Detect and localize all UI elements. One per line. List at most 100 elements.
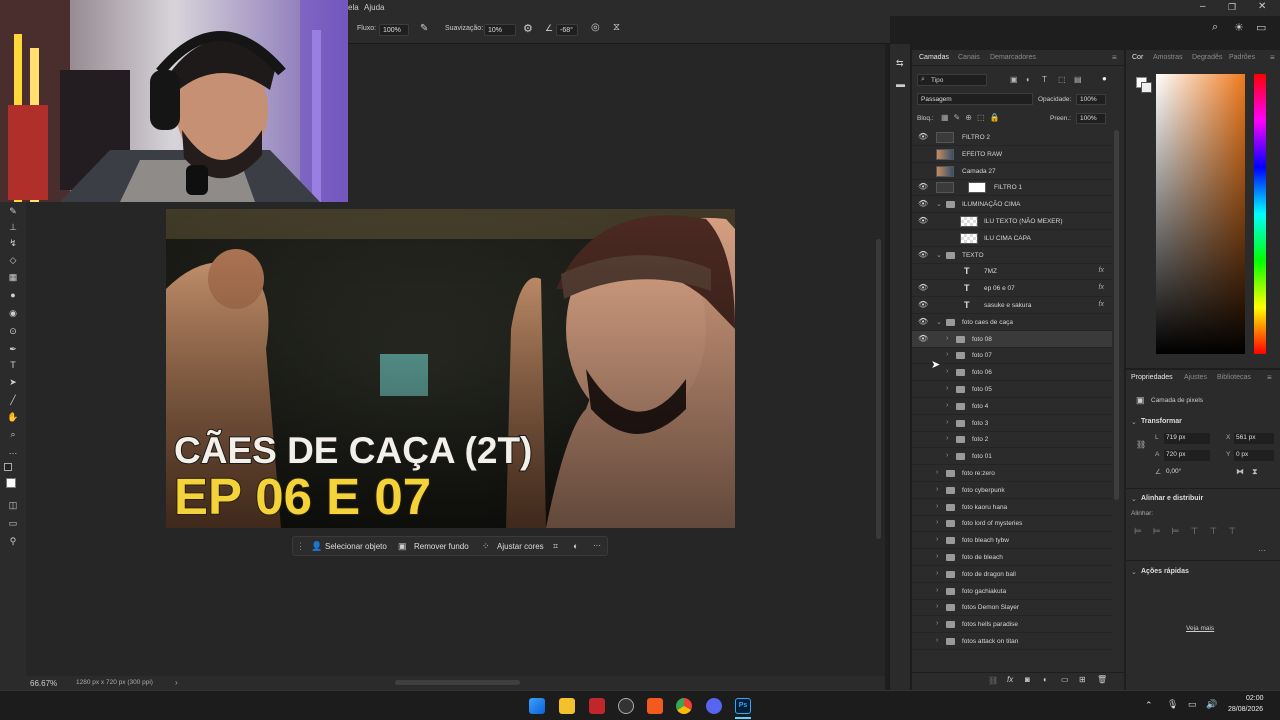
layer-row[interactable]: › foto gachiakuta [912, 583, 1112, 600]
visibility-eye-icon[interactable] [918, 536, 928, 543]
drag-handle-icon[interactable]: ⋮ [296, 541, 305, 552]
layer-row[interactable]: 👁 Tsasuke e sakura fx [912, 297, 1112, 314]
layer-row[interactable]: › foto bleach tybw [912, 532, 1112, 550]
layer-row[interactable]: 👁 Tep 06 e 07 fx [912, 280, 1112, 298]
visibility-eye-icon[interactable] [918, 167, 928, 174]
flip-vertical-icon[interactable]: ⧗ [1252, 467, 1258, 477]
layer-name[interactable]: sasuke e sakura [984, 302, 1031, 309]
path-select-icon[interactable]: ➤ [7, 377, 19, 387]
visibility-eye-icon[interactable] [918, 402, 928, 409]
line-tool-icon[interactable]: ╱ [7, 395, 19, 405]
quick-mask-icon[interactable]: ◫ [7, 500, 19, 510]
y-input[interactable]: 0 px [1234, 450, 1274, 461]
layer-row[interactable]: EFEITO RAW [912, 146, 1112, 163]
x-input[interactable]: 561 px [1234, 433, 1274, 444]
layer-name[interactable]: foto re:zero [962, 470, 995, 477]
layer-filter-select[interactable]: ⌕ Tipo [917, 74, 987, 86]
minimize-icon[interactable]: – [1200, 1, 1206, 12]
filter-toggle-icon[interactable]: ● [1102, 74, 1107, 83]
group-expand-chevron-icon[interactable]: › [946, 368, 948, 375]
layer-name[interactable]: TEXTO [962, 252, 984, 259]
group-expand-chevron-icon[interactable]: › [936, 587, 938, 594]
adjustment-layer-icon[interactable]: ◐ [1043, 675, 1048, 684]
group-expand-chevron-icon[interactable]: › [946, 335, 948, 342]
layer-row[interactable]: 👁 › foto 08 [912, 330, 1112, 348]
layer-row[interactable]: › foto re:zero [912, 465, 1112, 482]
visibility-eye-icon[interactable] [918, 469, 928, 476]
airbrush-icon[interactable]: ✎ [420, 23, 428, 34]
layer-name[interactable]: ILUMINAÇÃO CIMA [962, 201, 1021, 208]
layer-row[interactable]: › fotos attack on titan [912, 633, 1112, 650]
layer-row[interactable]: 👁 FILTRO 2 [912, 129, 1112, 146]
width-input[interactable]: 719 px [1164, 433, 1210, 444]
layer-name[interactable]: foto 08 [972, 336, 992, 343]
group-expand-chevron-icon[interactable]: › [936, 603, 938, 610]
visibility-eye-icon[interactable]: 👁 [918, 200, 928, 208]
group-expand-chevron-icon[interactable]: ⌄ [936, 251, 942, 259]
restore-icon[interactable]: ❐ [1228, 2, 1236, 13]
layer-name[interactable]: ILU CIMA CAPA [984, 235, 1031, 242]
layer-name[interactable]: EFEITO RAW [962, 151, 1002, 158]
visibility-eye-icon[interactable] [918, 587, 928, 594]
clock-time[interactable]: 02:00 [1246, 695, 1264, 702]
adjust-colors-button[interactable]: Ajustar cores [497, 542, 544, 551]
visibility-eye-icon[interactable] [918, 368, 928, 375]
tab-properties[interactable]: Propriedades [1131, 374, 1173, 381]
group-expand-chevron-icon[interactable]: › [936, 536, 938, 543]
layer-name[interactable]: foto 4 [972, 403, 988, 410]
pressure-icon[interactable]: ◎ [591, 22, 600, 33]
discord-icon[interactable] [706, 698, 722, 714]
visibility-eye-icon[interactable]: 👁 [918, 284, 928, 292]
layer-name[interactable]: ILU TEXTO (NÃO MEXER) [984, 218, 1063, 225]
zoom-tool-icon[interactable]: ⌕ [7, 429, 19, 439]
group-expand-chevron-icon[interactable]: › [936, 469, 938, 476]
group-expand-chevron-icon[interactable]: › [936, 570, 938, 577]
document-canvas[interactable]: CÃES DE CAÇA (2T) EP 06 E 07 [166, 209, 735, 528]
filter-adjustment-icon[interactable]: ◐ [1026, 75, 1031, 84]
tab-layers[interactable]: Camadas [919, 54, 949, 61]
tray-chevron-icon[interactable]: ⌃ [1145, 700, 1153, 711]
select-object-button[interactable]: Selecionar objeto [325, 542, 387, 551]
layer-name[interactable]: foto 2 [972, 436, 988, 443]
tab-paths[interactable]: Demarcadores [990, 54, 1036, 61]
layer-name[interactable]: foto de bleach [962, 554, 1003, 561]
layer-name[interactable]: foto 06 [972, 369, 992, 376]
tab-gradients[interactable]: Degradês [1192, 54, 1222, 61]
layer-row[interactable]: 👁 ⌄ ILUMINAÇÃO CIMA [912, 196, 1112, 214]
group-expand-chevron-icon[interactable]: › [946, 385, 948, 392]
visibility-eye-icon[interactable] [918, 620, 928, 627]
extras-icon[interactable]: ⚲ [7, 536, 19, 546]
layer-row[interactable]: › foto 07 [912, 347, 1112, 365]
pen-tool-icon[interactable]: ✒ [7, 344, 19, 354]
search-icon[interactable]: ⌕ [1212, 21, 1218, 34]
transform-title[interactable]: Transformar [1141, 418, 1182, 425]
mask-icon[interactable]: ◐ [573, 541, 578, 551]
flow-input[interactable]: 100% [379, 24, 409, 36]
group-expand-chevron-icon[interactable]: › [946, 452, 948, 459]
visibility-eye-icon[interactable] [918, 351, 928, 358]
layer-name[interactable]: FILTRO 1 [994, 184, 1022, 191]
visibility-eye-icon[interactable] [918, 553, 928, 560]
visibility-eye-icon[interactable]: 👁 [918, 317, 928, 325]
layer-row[interactable]: › fotos Demon Slayer [912, 599, 1112, 617]
visibility-eye-icon[interactable]: 👁 [918, 334, 928, 342]
group-expand-chevron-icon[interactable]: › [936, 519, 938, 526]
visibility-eye-icon[interactable] [918, 385, 928, 392]
layer-name[interactable]: foto caes de caça [962, 319, 1013, 326]
layer-row[interactable]: 👁 FILTRO 1 [912, 179, 1112, 197]
layer-name[interactable]: Camada 27 [962, 168, 996, 175]
hue-slider[interactable] [1254, 74, 1266, 354]
start-icon[interactable] [529, 698, 545, 714]
layer-name[interactable]: foto 01 [972, 453, 992, 460]
lock-icons[interactable]: ▦✎⊕⬚🔒 [941, 113, 1004, 122]
layer-row[interactable]: › foto 3 [912, 415, 1112, 432]
history-brush-icon[interactable]: ↯ [7, 238, 19, 248]
layer-name[interactable]: foto gachiakuta [962, 588, 1006, 595]
tab-swatches[interactable]: Amostras [1153, 54, 1183, 61]
visibility-eye-icon[interactable] [918, 503, 928, 510]
remove-background-button[interactable]: Remover fundo [414, 542, 469, 551]
group-expand-chevron-icon[interactable]: › [946, 351, 948, 358]
add-mask-icon[interactable]: ◙ [1025, 675, 1030, 684]
layer-row[interactable]: ILU CIMA CAPA [912, 230, 1112, 247]
workspace-icon[interactable]: ▭ [1256, 21, 1266, 34]
